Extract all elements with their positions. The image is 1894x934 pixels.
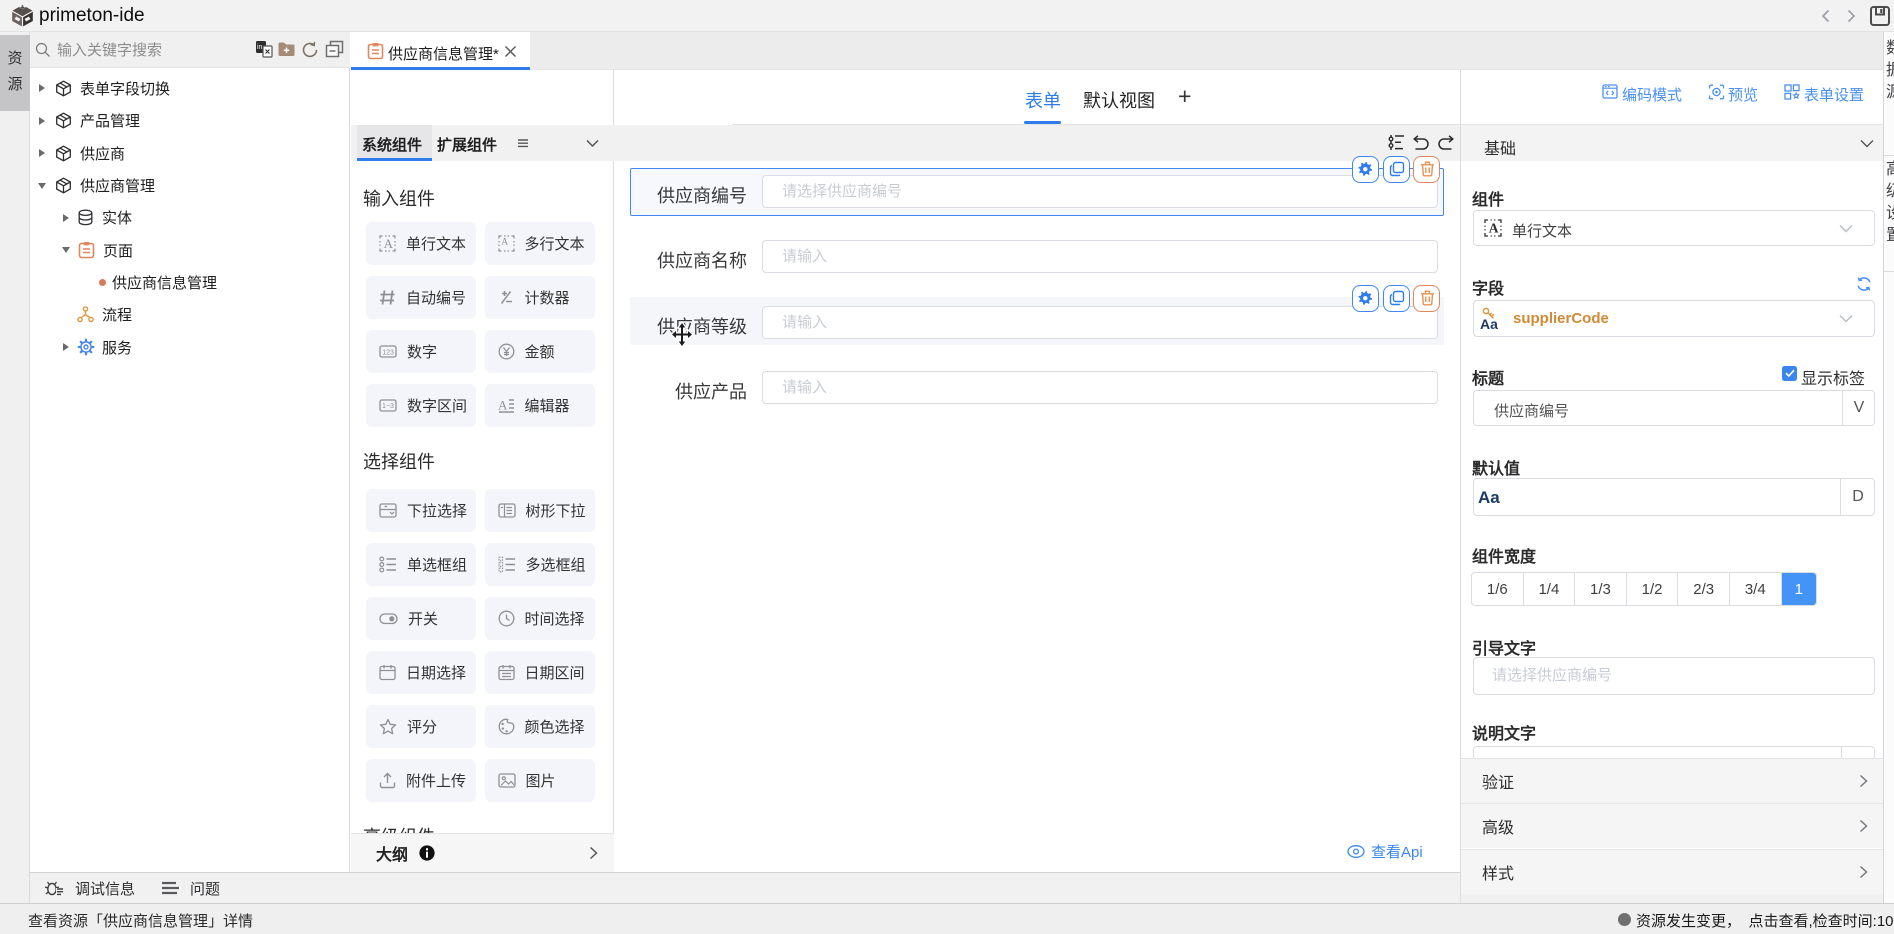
svg-text:A: A — [384, 236, 394, 251]
svg-text:in: in — [257, 44, 263, 51]
svg-text:Aa: Aa — [1480, 316, 1498, 332]
svg-text:A: A — [501, 238, 508, 248]
svg-text:123: 123 — [382, 349, 394, 356]
svg-text:A: A — [498, 398, 508, 413]
svg-text:A: A — [1489, 221, 1499, 236]
svg-text:1~3: 1~3 — [382, 403, 394, 410]
